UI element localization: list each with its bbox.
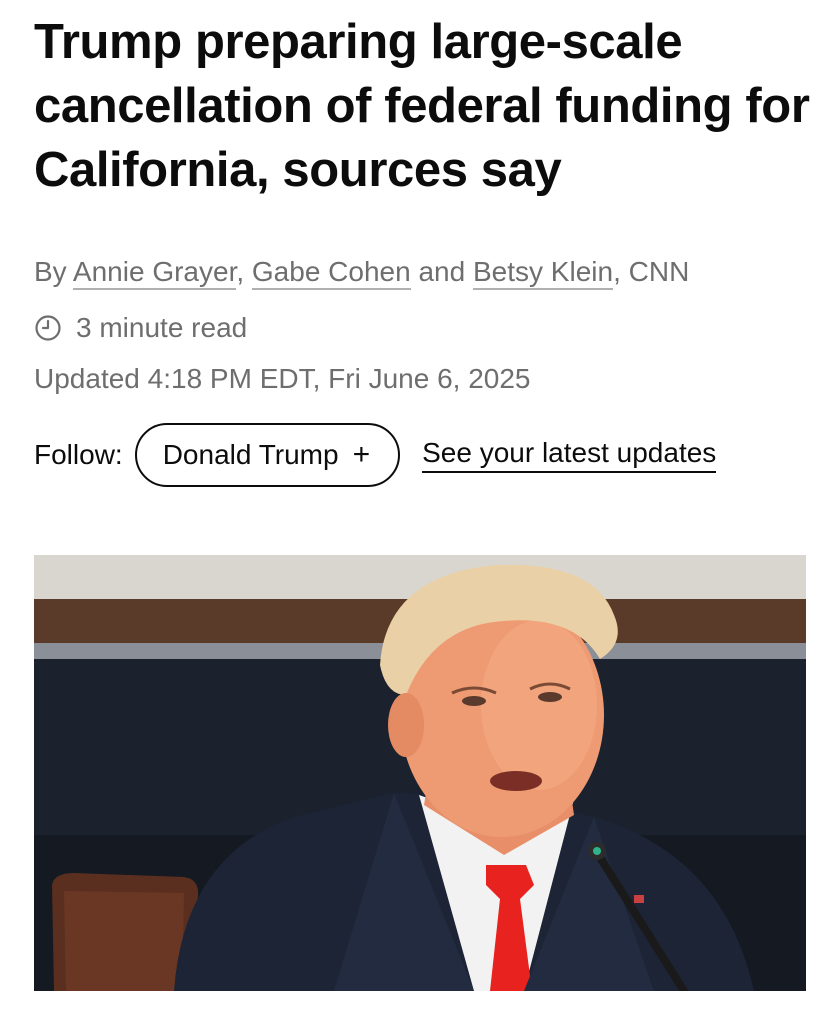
byline-prefix: By — [34, 256, 67, 287]
read-time: 3 minute read — [34, 311, 247, 345]
author-link-annie-grayer[interactable]: Annie Grayer — [72, 256, 237, 290]
latest-updates-link[interactable]: See your latest updates — [422, 437, 717, 473]
hero-photo-illustration — [34, 555, 806, 991]
byline-outlet: , CNN — [613, 256, 690, 287]
article-headline: Trump preparing large-scale cancellation… — [34, 15, 810, 197]
byline: By Annie Grayer, Gabe Cohen and Betsy Kl… — [34, 255, 690, 290]
article-page: Trump preparing large-scale cancellation… — [0, 0, 840, 1023]
read-time-label: 3 minute read — [76, 312, 248, 343]
follow-topic-label: Donald Trump — [162, 439, 339, 470]
follow-label: Follow: — [34, 439, 123, 470]
follow-bar: Follow: Donald Trump + See your latest u… — [34, 422, 717, 488]
plus-icon: + — [352, 438, 371, 471]
author-link-gabe-cohen[interactable]: Gabe Cohen — [251, 256, 411, 290]
clock-icon — [35, 315, 61, 341]
hero-image[interactable] — [34, 555, 806, 991]
author-link-betsy-klein[interactable]: Betsy Klein — [472, 256, 614, 290]
follow-topic-button[interactable]: Donald Trump + — [134, 423, 401, 487]
byline-and: and — [418, 256, 466, 287]
byline-separator: , — [236, 256, 245, 287]
updated-timestamp: Updated 4:18 PM EDT, Fri June 6, 2025 — [34, 363, 531, 394]
